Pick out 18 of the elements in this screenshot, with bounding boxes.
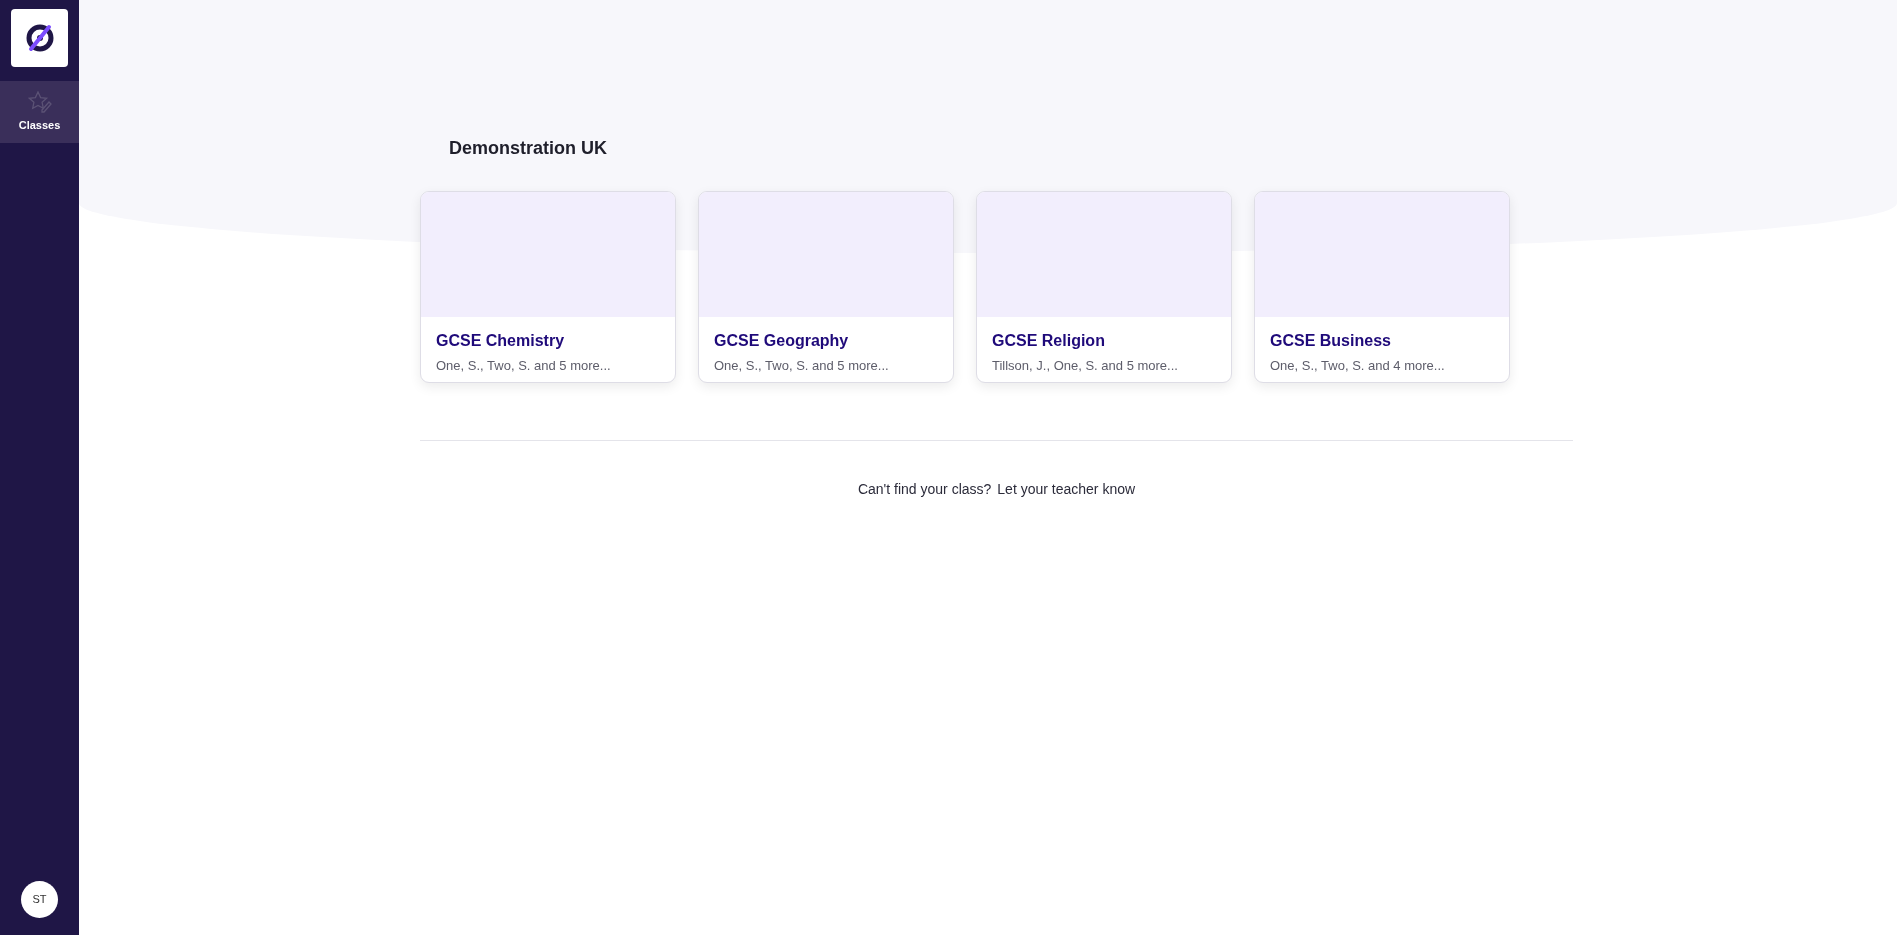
help-text: Can't find your class? xyxy=(857,480,992,499)
class-card[interactable]: GCSE Geography One, S., Two, S. and 5 more... xyxy=(698,191,954,383)
class-card[interactable]: GCSE Business One, S., Two, S. and 4 more... xyxy=(1254,191,1510,383)
class-title: GCSE Religion xyxy=(992,331,1106,351)
class-title: GCSE Geography xyxy=(714,331,850,351)
help-text: Let your teacher know xyxy=(997,480,1136,499)
class-title: GCSE Business xyxy=(1270,331,1392,351)
class-members: One, S., Two, S. and 4 more... xyxy=(1270,357,1446,375)
class-card[interactable]: GCSE Chemistry One, S., Two, S. and 5 more... xyxy=(420,191,676,383)
class-members: One, S., Two, S. and 5 more... xyxy=(436,357,612,375)
class-members: Tillson, J., One, S. and 5 more... xyxy=(992,357,1179,375)
class-card[interactable]: GCSE Religion Tillson, J., One, S. and 5 more... xyxy=(976,191,1232,383)
class-title: GCSE Chemistry xyxy=(436,331,566,351)
star-pencil-icon xyxy=(27,90,52,113)
section-heading: Demonstration UK xyxy=(448,137,608,160)
nav-item[interactable]: Classes xyxy=(0,81,79,143)
class-members: One, S., Two, S. and 5 more... xyxy=(714,357,890,375)
user-avatar[interactable]: ST xyxy=(21,881,58,918)
